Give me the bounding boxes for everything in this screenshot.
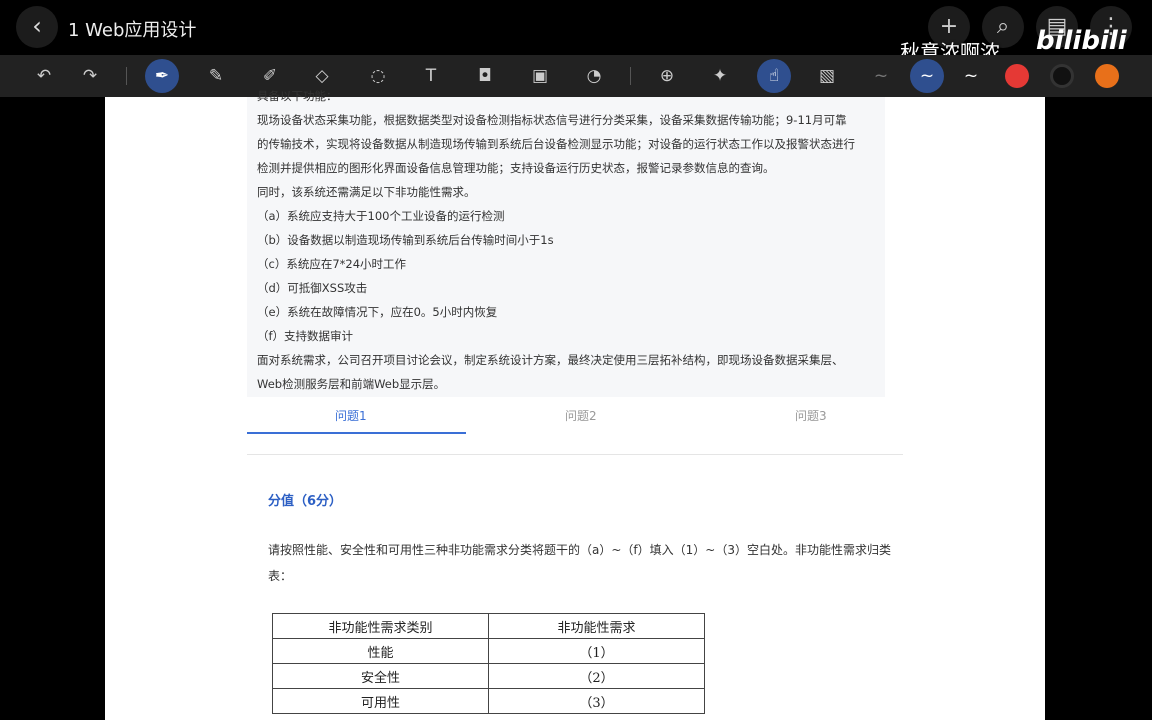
question-tabs: 问题1 问题2 问题3: [247, 397, 903, 435]
tab-question-1[interactable]: 问题1: [335, 407, 367, 424]
medium-stroke-icon[interactable]: ~: [910, 59, 944, 93]
desc-line: 的传输技术，实现将设备数据从制造现场传输到系统后台设备检测显示功能；对设备的运行…: [257, 137, 855, 151]
desc-line: Web检测服务层和前端Web显示层。: [257, 377, 446, 391]
thick-stroke-icon[interactable]: ~: [954, 59, 988, 93]
desc-line: （a）系统应支持大于100个工业设备的运行检测: [257, 209, 505, 223]
classification-table: 非功能性需求类别 非功能性需求 性能 （1） 安全性 （2） 可用性 （3）: [272, 613, 705, 714]
color-black[interactable]: [1050, 64, 1074, 88]
blank-cell: （1）: [488, 638, 705, 664]
active-tab-indicator: [247, 432, 466, 434]
category-cell: 安全性: [272, 663, 489, 689]
redo-icon[interactable]: ↷: [73, 59, 107, 93]
header-cell: 非功能性需求类别: [272, 613, 489, 639]
table-header-row: 非功能性需求类别 非功能性需求: [272, 613, 705, 639]
desc-line: 具备以下功能：: [257, 89, 338, 103]
desc-line: （f）支持数据审计: [257, 329, 354, 343]
undo-icon[interactable]: ↶: [27, 59, 61, 93]
pen-icon[interactable]: ✒: [145, 59, 179, 93]
bilibili-logo: bilibili: [1036, 26, 1127, 56]
blank-cell: （3）: [488, 688, 705, 714]
divider: [247, 454, 903, 455]
desc-line: （b）设备数据以制造现场传输到系统后台传输时间小于1s: [257, 233, 554, 247]
desc-line: 现场设备状态采集功能，根据数据类型对设备检测指标状态信号进行分类采集，设备采集数…: [257, 113, 847, 127]
divider: [630, 67, 631, 85]
tab-question-2[interactable]: 问题2: [565, 407, 597, 424]
question-text: 请按照性能、安全性和可用性三种非功能需求分类将题干的（a）~（f）填入（1）~（…: [268, 543, 891, 583]
desc-line: 检测并提供相应的图形化界面设备信息管理功能；支持设备运行历史状态，报警记录参数信…: [257, 161, 775, 175]
question-description: 具备以下功能： 现场设备状态采集功能，根据数据类型对设备检测指标状态信号进行分类…: [247, 89, 885, 397]
chevron-left-icon: ‹: [32, 12, 42, 40]
category-cell: 性能: [272, 638, 489, 664]
color-orange[interactable]: [1095, 64, 1119, 88]
title-bar: ‹ 1 Web应用设计 + ⌕ ▤ ⋮ 秋意浓啊浓 bilibili: [0, 0, 1152, 64]
pencil-icon[interactable]: ✎: [199, 59, 233, 93]
table-row: 可用性 （3）: [272, 688, 705, 714]
category-cell: 可用性: [272, 688, 489, 714]
desc-line: 同时，该系统还需满足以下非功能性需求。: [257, 185, 476, 199]
desc-line: （c）系统应在7*24小时工作: [257, 257, 407, 271]
score-label: 分值（6分）: [268, 494, 343, 509]
tab-question-3[interactable]: 问题3: [795, 407, 827, 424]
desc-line: 面对系统需求，公司召开项目讨论会议，制定系统设计方案，最终决定使用三层拓补结构，…: [257, 353, 844, 367]
desc-line: （e）系统在故障情况下，应在0。5小时内恢复: [257, 305, 498, 319]
document-page: 具备以下功能： 现场设备状态采集功能，根据数据类型对设备检测指标状态信号进行分类…: [105, 89, 1045, 720]
header-cell: 非功能性需求: [488, 613, 705, 639]
table-row: 安全性 （2）: [272, 663, 705, 689]
blank-cell: （2）: [488, 663, 705, 689]
color-red[interactable]: [1005, 64, 1029, 88]
table-row: 性能 （1）: [272, 638, 705, 664]
back-button[interactable]: ‹: [16, 6, 58, 48]
divider: [126, 67, 127, 85]
document-title: 1 Web应用设计: [68, 20, 197, 41]
desc-line: （d）可抵御XSS攻击: [257, 281, 368, 295]
